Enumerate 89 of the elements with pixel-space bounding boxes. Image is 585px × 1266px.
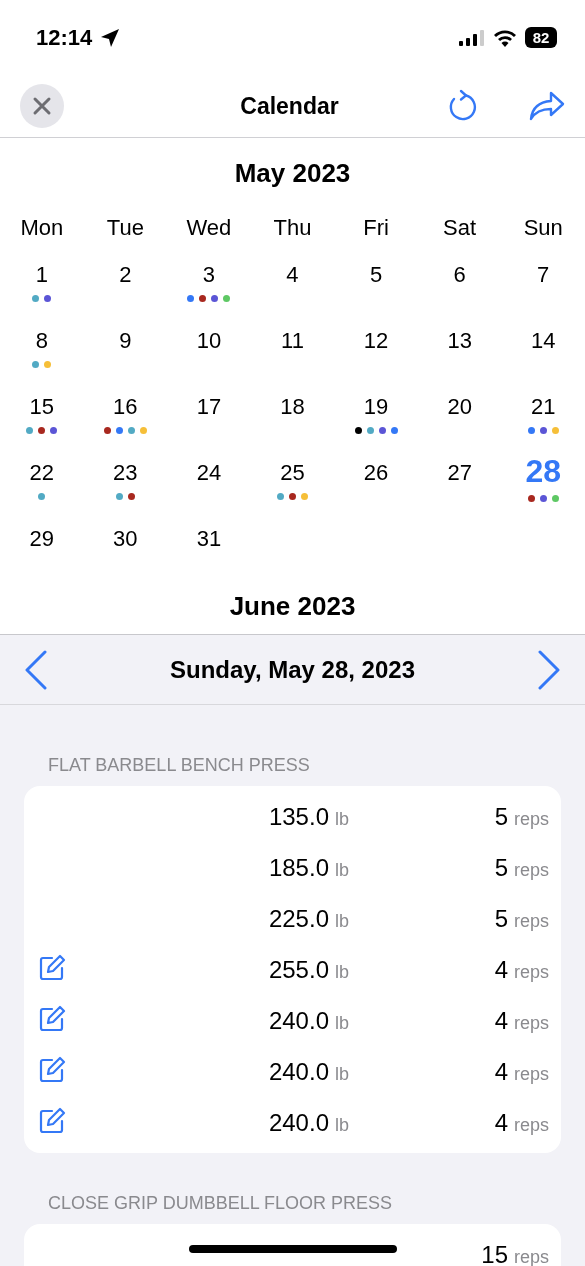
calendar-day[interactable]: 22: [29, 459, 54, 487]
calendar-day[interactable]: 12: [363, 327, 389, 355]
location-arrow-icon: [100, 27, 121, 48]
reps-unit: reps: [514, 1063, 549, 1085]
calendar-day[interactable]: 30: [113, 525, 138, 553]
reps-unit: reps: [514, 961, 549, 983]
calendar-day[interactable]: 4: [286, 261, 299, 289]
weekday-label: Wed: [185, 215, 233, 242]
weekday-label: Thu: [272, 215, 313, 242]
weight-unit: lb: [335, 1063, 349, 1085]
wifi-icon: [493, 28, 517, 47]
weight-unit: lb: [335, 961, 349, 983]
edit-icon[interactable]: [38, 1106, 66, 1135]
close-icon: [32, 96, 52, 116]
signal-icon: [459, 29, 485, 46]
calendar-day[interactable]: 21: [530, 393, 556, 421]
calendar-day[interactable]: 14: [530, 327, 556, 355]
weight-value: 185.0: [268, 853, 329, 882]
previous-day-icon[interactable]: [24, 649, 48, 690]
calendar-day[interactable]: 15: [29, 393, 54, 421]
refresh-icon[interactable]: [447, 89, 479, 123]
reps-unit: reps: [514, 808, 549, 830]
calendar-day[interactable]: 27: [447, 459, 472, 487]
reps-value: 4: [494, 1006, 508, 1035]
weight-value: 240.0: [268, 1006, 329, 1035]
weekday-label: Mon: [19, 215, 65, 242]
weight-value: 240.0: [268, 1108, 329, 1137]
month-title: June 2023: [229, 591, 356, 621]
reps-unit: reps: [514, 859, 549, 881]
reps-value: 4: [494, 1108, 508, 1137]
weight-unit: lb: [335, 1114, 349, 1136]
calendar-day[interactable]: 26: [363, 459, 389, 487]
exercise-title: CLOSE GRIP DUMBBELL FLOOR PRESS: [47, 1193, 394, 1215]
calendar-day[interactable]: 17: [196, 393, 222, 421]
calendar-day[interactable]: 28: [525, 453, 561, 489]
reps-value: 5: [494, 904, 508, 933]
edit-icon[interactable]: [38, 1055, 66, 1084]
calendar-day[interactable]: 6: [453, 261, 466, 289]
calendar-day[interactable]: 5: [369, 261, 383, 289]
calendar-day[interactable]: 9: [119, 327, 132, 355]
status-time: 12:14: [36, 24, 93, 51]
reps-unit: reps: [514, 1012, 549, 1034]
calendar-day[interactable]: 16: [113, 393, 138, 421]
reps-unit: reps: [514, 910, 549, 932]
calendar-day[interactable]: 18: [280, 393, 305, 421]
close-button[interactable]: [20, 84, 64, 128]
calendar-day[interactable]: 24: [196, 459, 222, 487]
edit-icon[interactable]: [38, 1004, 66, 1033]
reps-value: 15: [481, 1240, 508, 1266]
calendar-day[interactable]: 31: [196, 525, 222, 553]
reps-unit: reps: [514, 1246, 549, 1266]
calendar-day[interactable]: 3: [202, 261, 216, 289]
weight-value: 255.0: [268, 955, 329, 984]
weekday-label: Fri: [362, 215, 390, 242]
calendar-day[interactable]: 7: [537, 261, 550, 289]
weight-value: 135.0: [268, 802, 329, 831]
weight-unit: lb: [335, 910, 349, 932]
calendar-day[interactable]: 11: [281, 327, 304, 355]
calendar-day[interactable]: 29: [29, 525, 54, 553]
reps-value: 5: [494, 853, 508, 882]
weekday-label: Sat: [442, 215, 478, 242]
weight-unit: lb: [335, 808, 349, 830]
reps-value: 4: [494, 1057, 508, 1086]
calendar-day[interactable]: 1: [35, 261, 48, 289]
next-day-icon[interactable]: [537, 649, 561, 690]
calendar-day[interactable]: 10: [196, 327, 222, 355]
weekday-label: Sun: [522, 215, 564, 242]
calendar-day[interactable]: 20: [447, 393, 472, 421]
reps-value: 5: [494, 802, 508, 831]
weekday-label: Tue: [105, 215, 145, 242]
calendar-day[interactable]: 19: [363, 393, 389, 421]
calendar-day[interactable]: 8: [35, 327, 48, 355]
battery-level: 82: [525, 27, 557, 48]
selected-date: Sunday, May 28, 2023: [170, 655, 415, 684]
weight-unit: lb: [335, 859, 349, 881]
calendar-day[interactable]: 2: [119, 261, 132, 289]
calendar-day[interactable]: 13: [447, 327, 472, 355]
reps-value: 4: [494, 955, 508, 984]
reps-unit: reps: [514, 1114, 549, 1136]
weight-value: 225.0: [268, 904, 329, 933]
weight-unit: lb: [335, 1012, 349, 1034]
exercise-title: FLAT BARBELL BENCH PRESS: [47, 755, 311, 777]
month-title: May 2023: [234, 158, 351, 188]
share-arrow-icon[interactable]: [529, 91, 565, 121]
edit-icon[interactable]: [38, 953, 66, 982]
screen-title: Calendar: [240, 92, 339, 120]
weight-value: 240.0: [268, 1057, 329, 1086]
calendar-day[interactable]: 23: [113, 459, 138, 487]
calendar-day[interactable]: 25: [280, 459, 305, 487]
